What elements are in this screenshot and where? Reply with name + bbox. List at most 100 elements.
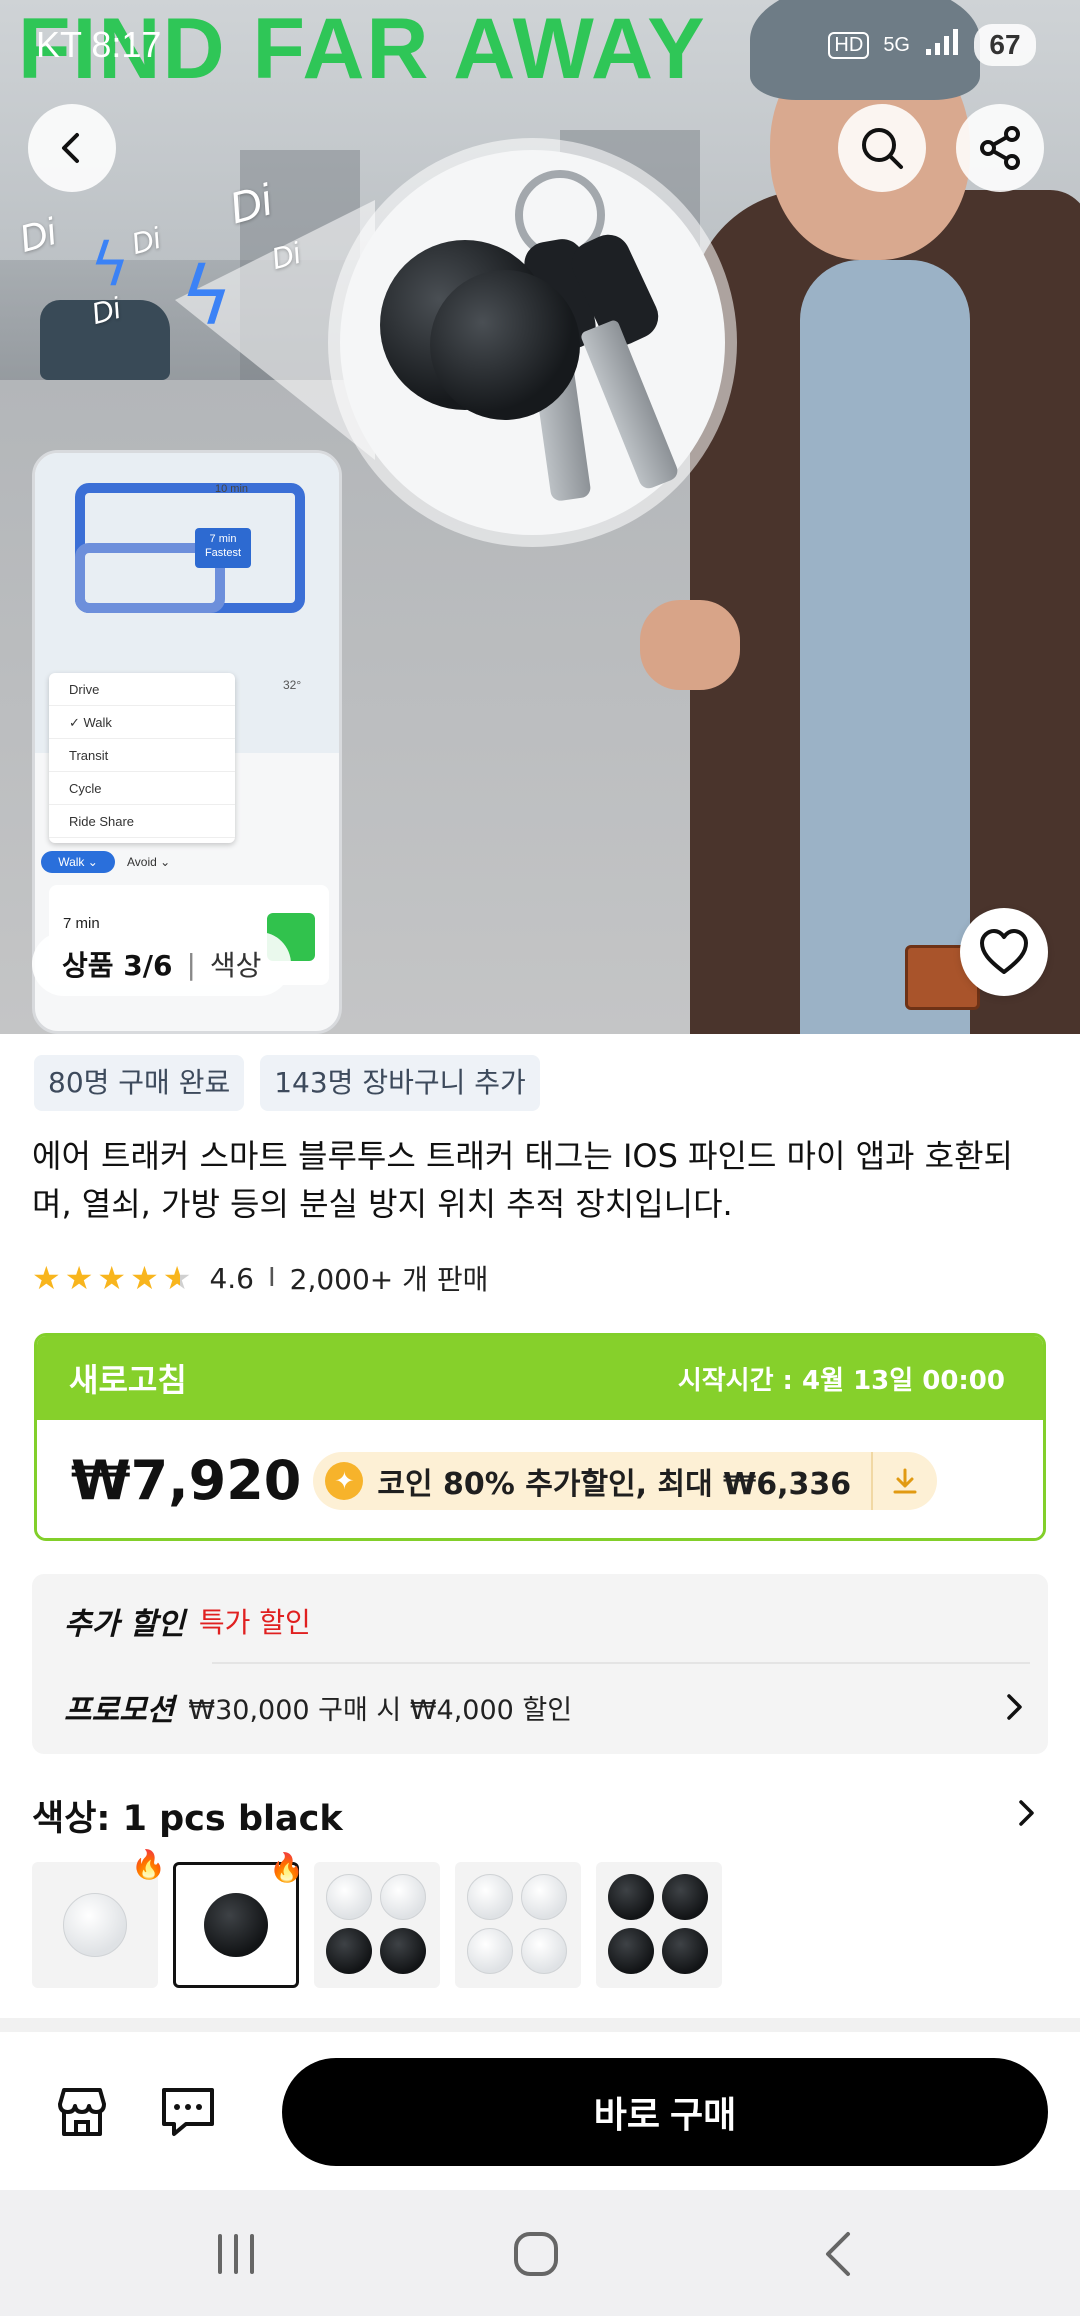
menu-item: Cycle	[49, 772, 235, 805]
deal-header: 새로고침 시작시간 : 4월 13일 00:00	[37, 1336, 1043, 1420]
heart-icon	[980, 929, 1028, 974]
tag-white	[521, 1874, 567, 1920]
recents-icon	[218, 2234, 254, 2274]
man-shirt	[800, 260, 970, 1034]
chevron-right-icon	[1007, 1694, 1022, 1720]
promotion-box[interactable]: 추가 할인 특가 할인 프로모션 ₩30,000 구매 시 ₩4,000 할인	[32, 1574, 1048, 1754]
tag-white	[380, 1874, 426, 1920]
tag-white	[326, 1874, 372, 1920]
download-icon	[893, 1468, 917, 1493]
search-button[interactable]	[838, 104, 926, 192]
chat-icon	[162, 2088, 214, 2136]
tag-black	[204, 1893, 268, 1957]
tag-white	[467, 1928, 513, 1974]
back-icon	[826, 2232, 850, 2276]
store-button[interactable]	[52, 2082, 112, 2142]
rating-score: 4.6	[209, 1261, 254, 1295]
system-nav-bar	[0, 2190, 1080, 2316]
color-option[interactable]: 🔥	[32, 1848, 166, 1988]
star-icon: ★	[97, 1259, 127, 1297]
share-icon	[980, 126, 1020, 170]
status-time: KT 8:17	[36, 24, 162, 65]
sold-count: 2,000+ 개 판매	[289, 1263, 489, 1296]
color-option[interactable]	[455, 1862, 581, 1988]
back-button[interactable]	[28, 104, 116, 192]
home-button[interactable]	[506, 2230, 566, 2278]
route-chip: 7 min Fastest	[195, 528, 251, 568]
hd-icon: HD	[828, 31, 870, 59]
wishlist-button[interactable]	[960, 908, 1048, 996]
chevron-right-icon[interactable]	[1016, 1798, 1036, 1828]
sound-bolt-icon: ϟ	[90, 230, 130, 300]
battery-icon: 67	[974, 24, 1036, 66]
tag-white	[63, 1893, 127, 1957]
eta-time: 7 min	[63, 915, 100, 932]
section-separator	[0, 2018, 1080, 2032]
star-icon: ★	[130, 1259, 159, 1297]
man-hand	[640, 600, 740, 690]
buy-now-button[interactable]: 바로 구매	[282, 2058, 1048, 2166]
coin-discount-pill[interactable]: ✦ 코인 80% 추가할인, 최대 ₩6,336	[313, 1451, 938, 1510]
download-coupon-button[interactable]	[871, 1451, 937, 1510]
tag-black	[662, 1928, 708, 1974]
bottom-action-bar: 바로 구매	[0, 2032, 1080, 2190]
tag-black	[608, 1874, 654, 1920]
pager-label: 색상	[209, 949, 262, 982]
di-label: Di	[128, 221, 165, 262]
status-bar: KT 8:17 HD 5G 67	[0, 0, 1080, 90]
recents-button[interactable]	[206, 2230, 266, 2278]
rating-divider: I	[267, 1263, 276, 1293]
purchased-badge: 80명 구매 완료	[34, 1055, 245, 1111]
share-button[interactable]	[956, 104, 1044, 192]
di-label: Di	[15, 211, 61, 261]
signal-icon	[924, 27, 960, 64]
flash-deal-box: 새로고침 시작시간 : 4월 13일 00:00 ₩7,920 ✦ 코인 80%…	[34, 1333, 1046, 1541]
star-icon: ★	[64, 1259, 94, 1297]
tag-black	[662, 1874, 708, 1920]
sound-bolt-icon: ϟ	[180, 250, 233, 343]
extra-discount-row: 추가 할인 특가 할인	[64, 1596, 311, 1646]
tag-black	[326, 1928, 372, 1974]
tag-white	[467, 1874, 513, 1920]
system-back-button[interactable]	[810, 2230, 870, 2278]
store-icon	[58, 2088, 106, 2136]
color-swatches: 🔥 🔥	[32, 1848, 722, 1988]
promotion-row[interactable]: 프로모션 ₩30,000 구매 시 ₩4,000 할인	[64, 1682, 1024, 1732]
search-icon	[862, 128, 903, 169]
rating-row[interactable]: ★ ★ ★ ★ ★ 4.6 I 2,000+ 개 판매	[32, 1258, 488, 1298]
color-option[interactable]	[314, 1862, 440, 1988]
rating-stars: ★ ★ ★ ★ ★	[32, 1262, 191, 1294]
color-title: 색상: 1 pcs black	[32, 1799, 343, 1839]
promotion-label: 프로모션	[64, 1693, 175, 1728]
status-icons: HD 5G 67	[828, 24, 1036, 66]
promotion-value: ₩30,000 구매 시 ₩4,000 할인	[188, 1694, 573, 1726]
star-icon: ★	[32, 1259, 61, 1297]
pager-separator: |	[186, 947, 196, 981]
home-icon	[514, 2232, 558, 2276]
deal-start-time: 시작시간 : 4월 13일 00:00	[677, 1365, 1005, 1396]
coin-discount-text: 코인 80% 추가할인, 최대 ₩6,336	[377, 1466, 852, 1502]
tag-black	[608, 1928, 654, 1974]
extra-discount-value: 특가 할인	[198, 1606, 311, 1639]
menu-item: Ride Share	[49, 805, 235, 838]
cart-added-badge: 143명 장바구니 추가	[260, 1055, 540, 1111]
extra-discount-label: 추가 할인	[64, 1607, 185, 1642]
chevron-left-icon	[62, 133, 79, 163]
tag-white	[521, 1928, 567, 1974]
menu-item: ✓ Walk	[49, 706, 235, 739]
hot-icon: 🔥	[269, 1851, 304, 1884]
divider	[212, 1662, 1030, 1664]
travel-mode-menu: Drive ✓ Walk Transit Cycle Ride Share	[49, 673, 235, 843]
product-title: 에어 트래커 스마트 블루투스 트래커 태그는 IOS 파인드 마이 앱과 호환…	[32, 1137, 1013, 1223]
menu-item: Drive	[49, 673, 235, 706]
color-option-selected[interactable]: 🔥	[173, 1851, 304, 1988]
tracker-tag	[430, 270, 580, 420]
half-star-icon: ★	[162, 1259, 192, 1297]
chat-button[interactable]	[158, 2082, 218, 2142]
color-option[interactable]	[596, 1862, 722, 1988]
menu-item: Transit	[49, 739, 235, 772]
price: ₩7,920	[71, 1449, 302, 1512]
temperature: 32°	[283, 678, 302, 692]
image-pager: 상품 3/6 | 색상	[32, 932, 292, 996]
tracker-bubble	[340, 150, 725, 535]
